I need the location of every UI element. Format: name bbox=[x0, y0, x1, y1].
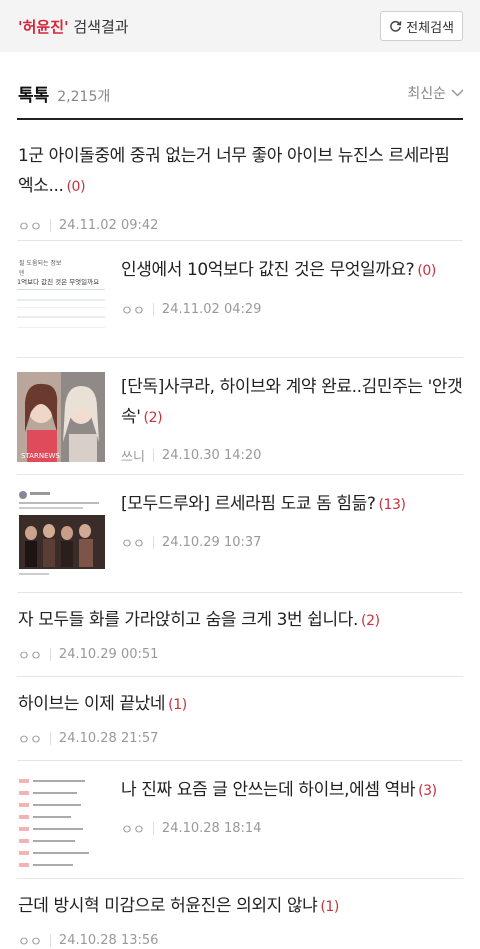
post-date: 24.10.28 21:57 bbox=[58, 730, 159, 746]
comment-count: (3) bbox=[418, 783, 437, 799]
author: 쓰니 bbox=[121, 449, 145, 465]
post-title[interactable]: 근데 방시혁 미감으로 허윤진은 의외지 않냐 (1) bbox=[18, 891, 462, 922]
comment-count: (0) bbox=[417, 263, 436, 279]
search-header: '허윤진' 검색결과 전체검색 bbox=[0, 0, 480, 52]
divider bbox=[152, 821, 154, 835]
post-body: [단독]사쿠라, 하이브와 계약 완료..김민주는 '안갯속' (2) 쓰니 24… bbox=[105, 372, 463, 474]
list-item[interactable]: 근데 방시혁 미감으로 허윤진은 의외지 않냐 (1) ㅇㅇ 24.10.28 1… bbox=[17, 878, 463, 949]
post-title-text: 자 모두들 화를 가라앉히고 숨을 크게 3번 쉽니다. bbox=[18, 610, 359, 630]
section-title: 톡톡 bbox=[18, 85, 50, 106]
search-result-title: '허윤진' 검색결과 bbox=[18, 16, 129, 37]
author: ㅇㅇ bbox=[121, 303, 145, 319]
thumbnail-image: 될 도움되는 정보 텐 1억보다 값진 것은 무엇일까요 bbox=[17, 259, 105, 328]
post-meta: ㅇㅇ 24.10.29 10:37 bbox=[121, 532, 463, 552]
thumbnail-image bbox=[19, 779, 89, 867]
post-body: 인생에서 10억보다 값진 것은 무엇일까요? (0) ㅇㅇ 24.11.02 0… bbox=[105, 255, 463, 357]
post-meta: ㅇㅇ 24.10.28 18:14 bbox=[121, 818, 463, 838]
post-thumbnail[interactable]: 될 도움되는 정보 텐 1억보다 값진 것은 무엇일까요 bbox=[17, 255, 105, 351]
post-title-text: 나 진짜 요즘 글 안쓰는데 하이브,에셈 역바 bbox=[121, 780, 416, 800]
comment-count: (1) bbox=[320, 899, 339, 915]
thumbnail-watermark: STARNEWS bbox=[21, 452, 60, 460]
post-title[interactable]: 나 진짜 요즘 글 안쓰는데 하이브,에셈 역바 (3) bbox=[121, 775, 463, 806]
post-date: 24.11.02 09:42 bbox=[58, 217, 159, 233]
post-title-text: [단독]사쿠라, 하이브와 계약 완료..김민주는 '안갯속' bbox=[121, 377, 463, 427]
thumbnail-text: 1억보다 값진 것은 무엇일까요 bbox=[17, 277, 99, 286]
comment-count: (2) bbox=[361, 613, 380, 629]
post-date: 24.11.02 04:29 bbox=[161, 301, 262, 317]
post-meta: 쓰니 24.10.30 14:20 bbox=[121, 445, 463, 465]
list-item[interactable]: 자 모두들 화를 가라앉히고 숨을 크게 3번 쉽니다. (2) ㅇㅇ 24.10… bbox=[17, 592, 463, 676]
post-thumbnail[interactable] bbox=[17, 489, 105, 585]
post-meta: ㅇㅇ 24.10.28 21:57 bbox=[18, 728, 462, 748]
section-header: 톡톡 2,215개 최신순 bbox=[0, 52, 480, 118]
search-query: '허윤진' bbox=[18, 17, 69, 36]
post-title[interactable]: 하이브는 이제 끝났네 (1) bbox=[18, 689, 462, 720]
comment-count: (2) bbox=[143, 410, 163, 426]
post-meta: ㅇㅇ 24.10.29 00:51 bbox=[18, 644, 462, 664]
post-date: 24.10.28 18:14 bbox=[161, 820, 262, 836]
author: ㅇㅇ bbox=[121, 536, 145, 552]
post-thumbnail[interactable]: STARNEWS bbox=[17, 372, 105, 462]
post-title[interactable]: 1군 아이돌중에 중궈 없는거 너무 좋아 아이브 뉴진스 르세라핌 엑소...… bbox=[18, 141, 462, 202]
author: ㅇㅇ bbox=[18, 648, 42, 664]
post-meta: ㅇㅇ 24.11.02 09:42 bbox=[18, 215, 462, 235]
post-body: 나 진짜 요즘 글 안쓰는데 하이브,에셈 역바 (3) ㅇㅇ 24.10.28 … bbox=[105, 775, 463, 878]
post-date: 24.10.28 13:56 bbox=[58, 932, 159, 948]
post-title[interactable]: [모두드루와] 르세라핌 도쿄 돔 힘듦? (13) bbox=[121, 489, 463, 520]
author: ㅇㅇ bbox=[18, 219, 42, 235]
sort-dropdown[interactable]: 최신순 bbox=[407, 83, 464, 103]
post-title[interactable]: [단독]사쿠라, 하이브와 계약 완료..김민주는 '안갯속' (2) bbox=[121, 372, 463, 433]
divider bbox=[152, 302, 154, 316]
post-thumbnail[interactable] bbox=[17, 775, 105, 871]
divider bbox=[49, 933, 51, 947]
post-list: 1군 아이돌중에 중궈 없는거 너무 좋아 아이브 뉴진스 르세라핌 엑소...… bbox=[0, 118, 480, 949]
full-search-label: 전체검색 bbox=[406, 20, 454, 36]
author: ㅇㅇ bbox=[18, 732, 42, 748]
chevron-down-icon bbox=[451, 89, 464, 97]
post-body: [모두드루와] 르세라핌 도쿄 돔 힘듦? (13) ㅇㅇ 24.10.29 10… bbox=[105, 489, 463, 592]
post-meta: ㅇㅇ 24.11.02 04:29 bbox=[121, 299, 463, 319]
comment-count: (1) bbox=[168, 697, 187, 713]
list-item[interactable]: 하이브는 이제 끝났네 (1) ㅇㅇ 24.10.28 21:57 bbox=[17, 676, 463, 760]
list-item[interactable]: [모두드루와] 르세라핌 도쿄 돔 힘듦? (13) ㅇㅇ 24.10.29 10… bbox=[17, 474, 463, 592]
comment-count: (0) bbox=[66, 179, 86, 195]
divider bbox=[49, 647, 51, 661]
post-meta: ㅇㅇ 24.10.28 13:56 bbox=[18, 930, 462, 949]
divider bbox=[152, 448, 154, 462]
post-title-text: [모두드루와] 르세라핌 도쿄 돔 힘듦? bbox=[121, 494, 376, 514]
post-title[interactable]: 자 모두들 화를 가라앉히고 숨을 크게 3번 쉽니다. (2) bbox=[18, 605, 462, 636]
thumbnail-image bbox=[19, 491, 105, 575]
refresh-icon bbox=[390, 20, 402, 32]
post-title-text: 근데 방시혁 미감으로 허윤진은 의외지 않냐 bbox=[18, 896, 318, 916]
author: ㅇㅇ bbox=[121, 822, 145, 838]
post-date: 24.10.30 14:20 bbox=[161, 447, 262, 463]
list-item[interactable]: 1군 아이돌중에 중궈 없는거 너무 좋아 아이브 뉴진스 르세라핌 엑소...… bbox=[17, 118, 463, 240]
author: ㅇㅇ bbox=[18, 934, 42, 949]
section-count: 2,215개 bbox=[57, 88, 111, 105]
search-result-suffix: 검색결과 bbox=[68, 17, 129, 36]
comment-count: (13) bbox=[378, 497, 406, 513]
list-item[interactable]: 나 진짜 요즘 글 안쓰는데 하이브,에셈 역바 (3) ㅇㅇ 24.10.28 … bbox=[17, 760, 463, 878]
thumbnail-image: STARNEWS bbox=[17, 372, 105, 462]
list-item[interactable]: STARNEWS [단독]사쿠라, 하이브와 계약 완료..김민주는 '안갯속'… bbox=[17, 357, 463, 474]
post-date: 24.10.29 00:51 bbox=[58, 646, 159, 662]
thumbnail-text: 될 도움되는 정보 bbox=[19, 259, 62, 267]
post-title-text: 인생에서 10억보다 값진 것은 무엇일까요? bbox=[121, 260, 415, 280]
svg-text:텐: 텐 bbox=[19, 269, 25, 277]
divider bbox=[49, 731, 51, 745]
full-search-button[interactable]: 전체검색 bbox=[380, 11, 463, 41]
post-title-text: 하이브는 이제 끝났네 bbox=[18, 694, 166, 714]
list-item[interactable]: 될 도움되는 정보 텐 1억보다 값진 것은 무엇일까요 인생에서 10억보다 … bbox=[17, 240, 463, 357]
divider bbox=[152, 535, 154, 549]
divider bbox=[49, 218, 51, 232]
post-title[interactable]: 인생에서 10억보다 값진 것은 무엇일까요? (0) bbox=[121, 255, 463, 286]
post-date: 24.10.29 10:37 bbox=[161, 534, 262, 550]
sort-label: 최신순 bbox=[407, 86, 446, 102]
